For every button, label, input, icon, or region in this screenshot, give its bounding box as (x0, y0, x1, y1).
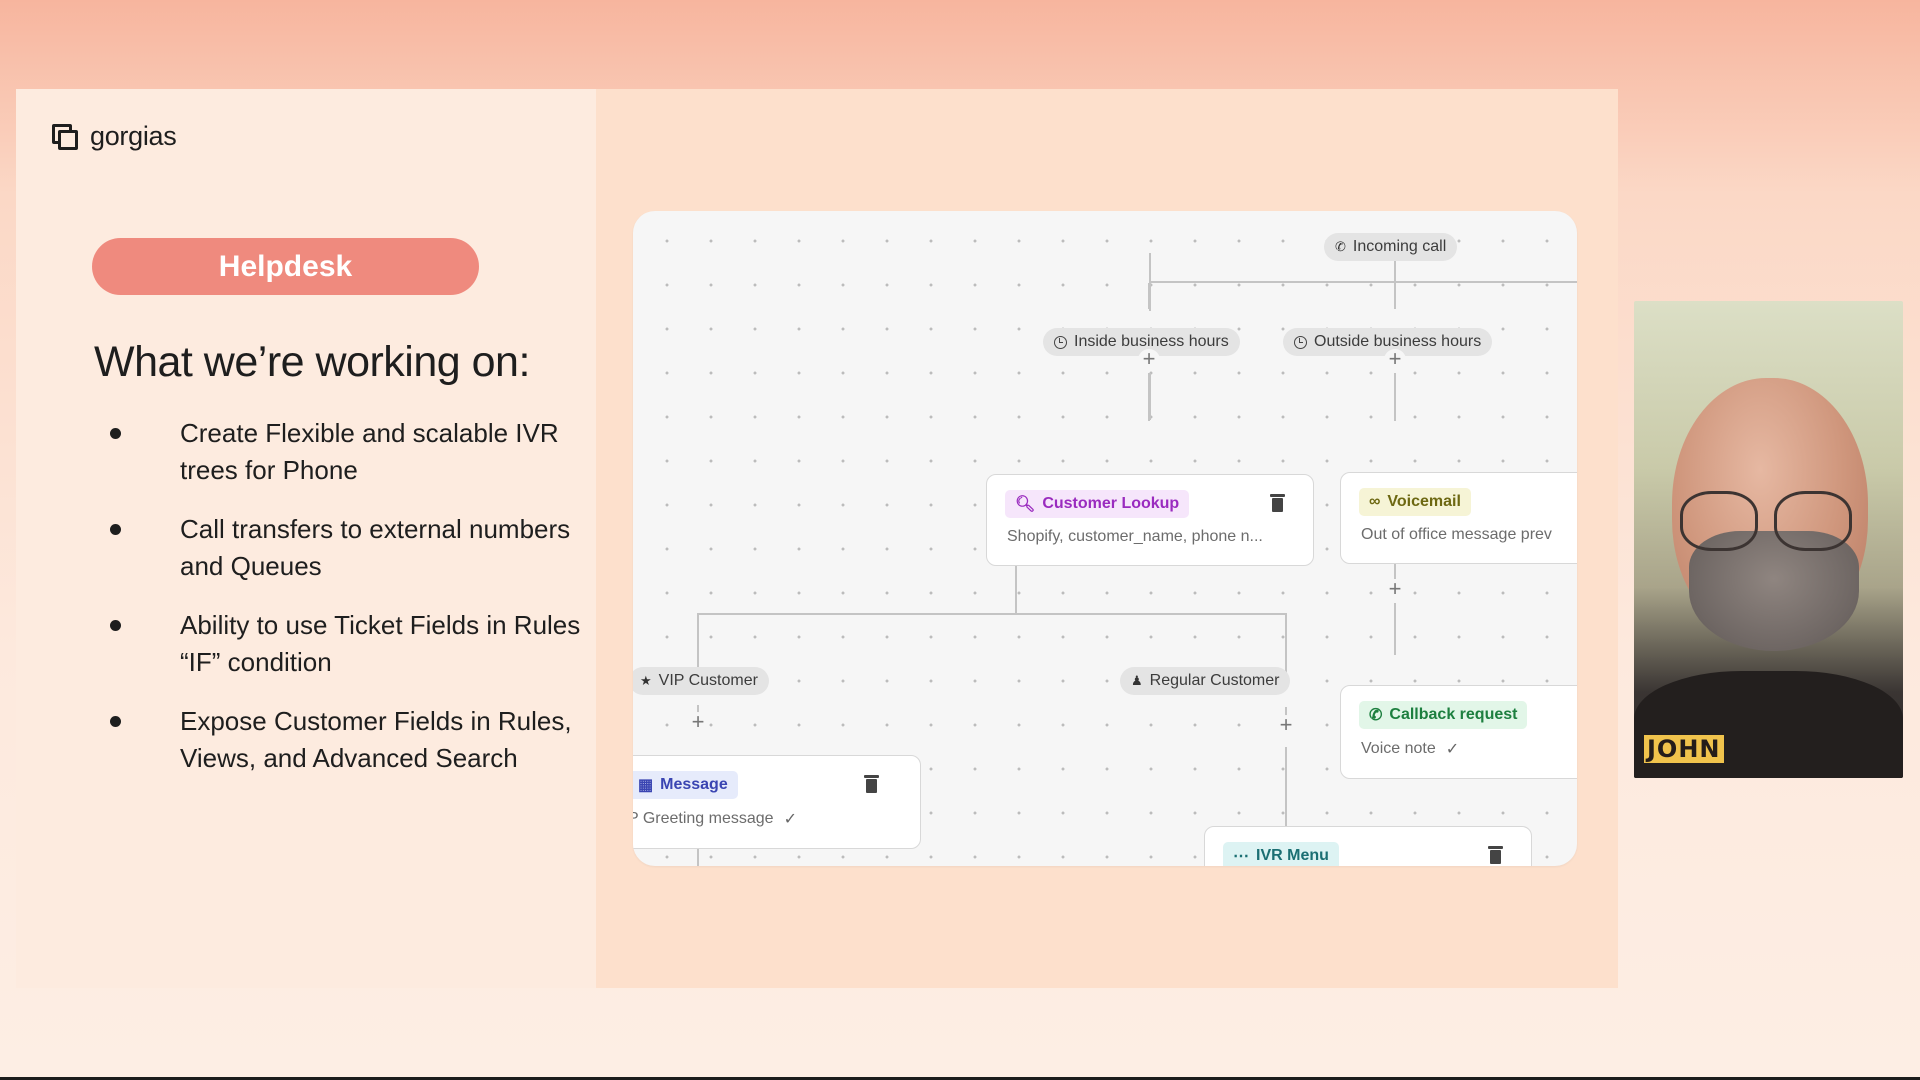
trash-icon[interactable] (864, 775, 879, 793)
connector-line (1394, 253, 1396, 309)
add-step-button[interactable]: + (1384, 578, 1406, 601)
bullet-item: Call transfers to external numbers and Q… (108, 511, 588, 585)
slide-left-panel: gorgias Helpdesk What we’re working on: … (16, 89, 596, 988)
check-icon: ✓ (1445, 741, 1460, 758)
node-subtitle: Voice note ✓ (1361, 740, 1460, 758)
bullet-item: Expose Customer Fields in Rules, Views, … (108, 703, 588, 777)
webcam-feed: JOHN (1634, 301, 1903, 778)
slide-heading: What we’re working on: (94, 338, 530, 386)
connector-line (1015, 566, 1017, 614)
presenter-name-label: JOHN (1644, 735, 1724, 763)
keypad-icon: ⋯ (1233, 848, 1249, 865)
node-subtitle: Out of office message prev (1361, 526, 1552, 543)
callback-request-node[interactable]: ✆ Callback request Voice note ✓ (1340, 685, 1577, 779)
voicemail-node[interactable]: ∞ Voicemail Out of office message prev (1340, 472, 1577, 564)
connector-line (1149, 281, 1577, 283)
customer-lookup-tag: 🔍︎ Customer Lookup (1005, 490, 1190, 518)
ivr-flow-canvas[interactable]: ✆ Incoming call Inside business hours Ou… (633, 211, 1577, 866)
add-step-button[interactable]: + (1138, 348, 1160, 371)
voicemail-icon: ∞ (1369, 493, 1381, 510)
bullet-icon (110, 428, 121, 439)
bullet-icon (110, 620, 121, 631)
message-tag: ▦ Message (633, 771, 738, 799)
regular-customer-chip[interactable]: ♟ Regular Customer (1120, 667, 1291, 695)
check-icon: ✓ (783, 811, 797, 828)
bullet-icon (110, 524, 121, 535)
connector-line (697, 613, 1286, 615)
gorgias-logo-icon (50, 122, 80, 152)
bullet-list: Create Flexible and scalable IVR trees f… (108, 415, 588, 799)
star-icon: ★ (640, 673, 652, 688)
connector-line (1394, 373, 1396, 421)
message-icon: ▦ (638, 777, 654, 794)
section-pill: Helpdesk (92, 238, 479, 295)
node-subtitle: Shopify, customer_name, phone n... (1007, 528, 1263, 545)
ivr-menu-tag: ⋯ IVR Menu (1223, 842, 1339, 866)
glasses-lens (1774, 491, 1852, 551)
add-step-button[interactable]: + (1384, 348, 1406, 371)
callback-request-tag: ✆ Callback request (1359, 701, 1528, 729)
message-node[interactable]: ▦ Message P Greeting message ✓ (633, 755, 921, 849)
vip-customer-chip[interactable]: ★ VIP Customer (633, 667, 769, 695)
customer-lookup-node[interactable]: 🔍︎ Customer Lookup Shopify, customer_nam… (986, 474, 1314, 566)
node-subtitle: P Greeting message ✓ (633, 810, 797, 828)
bullet-item: Create Flexible and scalable IVR trees f… (108, 415, 588, 489)
incoming-call-chip[interactable]: ✆ Incoming call (1324, 233, 1458, 261)
phone-callback-icon: ✆ (1369, 707, 1383, 724)
clock-icon (1294, 335, 1307, 349)
logo-text: gorgias (90, 121, 177, 151)
clock-icon (1054, 335, 1067, 349)
voicemail-tag: ∞ Voicemail (1359, 488, 1471, 516)
trash-icon[interactable] (1270, 494, 1285, 512)
connector-line (697, 849, 699, 866)
add-step-button[interactable]: + (687, 711, 709, 734)
connector-line (1148, 373, 1150, 421)
search-icon: 🔍︎ (1015, 496, 1036, 513)
connector-line (1394, 603, 1396, 655)
ivr-menu-node[interactable]: ⋯ IVR Menu (1204, 826, 1532, 866)
phone-icon: ✆ (1335, 239, 1346, 254)
bullet-icon (110, 716, 121, 727)
glasses-lens (1680, 491, 1758, 551)
connector-line (1148, 283, 1150, 309)
bullet-item: Ability to use Ticket Fields in Rules “I… (108, 607, 588, 681)
gorgias-logo: gorgias (50, 121, 177, 152)
person-icon: ♟ (1131, 673, 1143, 688)
trash-icon[interactable] (1488, 846, 1503, 864)
add-step-button[interactable]: + (1275, 714, 1297, 737)
